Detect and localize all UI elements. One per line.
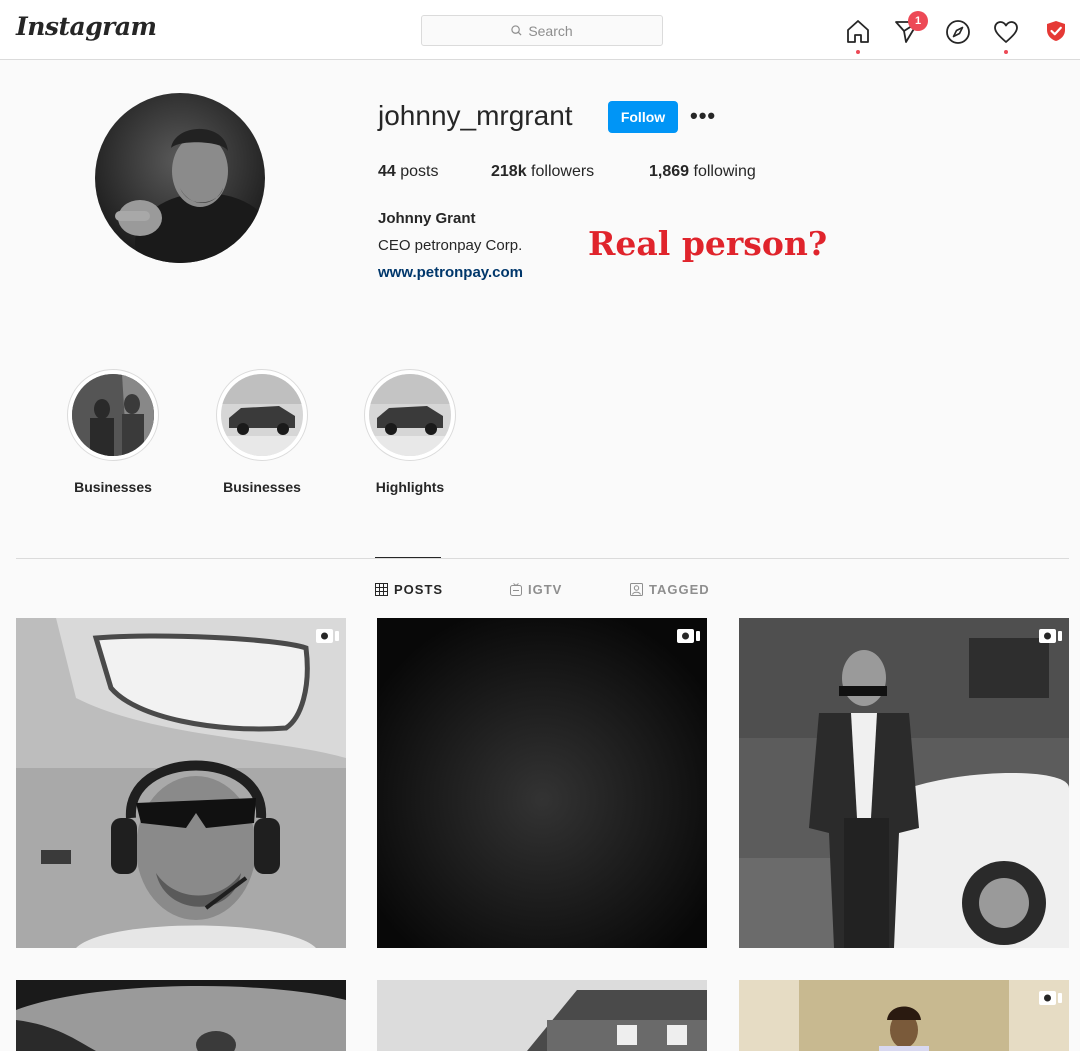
annotation-text: Real person? bbox=[588, 224, 828, 263]
video-icon bbox=[316, 629, 339, 643]
video-icon bbox=[1039, 629, 1062, 643]
notification-badge: 1 bbox=[908, 11, 928, 31]
profile-avatar[interactable] bbox=[95, 93, 265, 263]
highlight-ring bbox=[216, 369, 308, 461]
tab-tagged[interactable]: TAGGED bbox=[630, 582, 710, 597]
grid-icon bbox=[375, 583, 388, 596]
highlight-cover bbox=[221, 374, 303, 456]
post-photo bbox=[739, 618, 1069, 948]
highlight-label: Businesses bbox=[223, 479, 301, 495]
stat-followers-count: 218k bbox=[491, 163, 527, 180]
post-thumbnail[interactable] bbox=[739, 618, 1069, 948]
search-icon bbox=[511, 25, 522, 36]
video-icon bbox=[1039, 991, 1062, 1005]
stat-followers-label: followers bbox=[531, 163, 595, 180]
tagged-icon bbox=[630, 583, 643, 596]
highlight-cover bbox=[369, 374, 451, 456]
stat-following-label: following bbox=[693, 163, 756, 180]
profile-username: johnny_mrgrant bbox=[378, 100, 573, 131]
profile-website-link[interactable]: www.petronpay.com bbox=[378, 264, 523, 281]
tab-posts[interactable]: POSTS bbox=[375, 582, 443, 597]
post-thumbnail[interactable] bbox=[16, 980, 346, 1051]
profile-bio: CEO petronpay Corp. bbox=[378, 237, 523, 254]
story-highlight[interactable]: Highlights bbox=[362, 369, 458, 495]
post-photo bbox=[16, 618, 346, 948]
top-navigation-bar: Instagram Search 1 bbox=[0, 0, 1080, 60]
post-thumbnail[interactable] bbox=[377, 980, 707, 1051]
highlight-ring bbox=[67, 369, 159, 461]
search-input[interactable]: Search bbox=[421, 15, 663, 46]
post-thumbnail[interactable] bbox=[377, 618, 707, 948]
home-active-dot bbox=[856, 50, 860, 54]
profile-photo bbox=[95, 93, 265, 263]
shield-extension-icon[interactable] bbox=[1044, 19, 1068, 43]
activity-dot bbox=[1004, 50, 1008, 54]
story-highlight[interactable]: Businesses bbox=[214, 369, 310, 495]
explore-icon[interactable] bbox=[944, 18, 972, 46]
activity-heart-icon[interactable] bbox=[992, 18, 1020, 46]
igtv-icon bbox=[510, 583, 522, 596]
tab-igtv[interactable]: IGTV bbox=[510, 582, 562, 597]
highlight-cover bbox=[72, 374, 154, 456]
more-options-button[interactable]: ••• bbox=[690, 104, 716, 128]
tab-igtv-label: IGTV bbox=[528, 582, 563, 597]
post-photo bbox=[377, 618, 707, 948]
stat-posts-count: 44 bbox=[378, 163, 396, 180]
tabs-divider bbox=[16, 558, 1069, 559]
stat-posts-label: posts bbox=[400, 163, 439, 180]
follow-button[interactable]: Follow bbox=[608, 101, 678, 133]
post-thumbnail[interactable] bbox=[16, 618, 346, 948]
stat-followers[interactable]: 218k followers bbox=[491, 163, 594, 181]
stat-posts: 44 posts bbox=[378, 163, 439, 181]
highlight-label: Businesses bbox=[74, 479, 152, 495]
instagram-logo[interactable]: Instagram bbox=[16, 12, 157, 41]
tab-posts-label: POSTS bbox=[394, 582, 444, 597]
post-photo bbox=[739, 980, 1069, 1051]
video-icon bbox=[677, 629, 700, 643]
story-highlight[interactable]: Businesses bbox=[65, 369, 161, 495]
highlight-label: Highlights bbox=[375, 479, 445, 495]
home-icon[interactable] bbox=[844, 17, 872, 45]
post-thumbnail[interactable] bbox=[739, 980, 1069, 1051]
active-tab-indicator bbox=[375, 557, 441, 558]
stat-following-count: 1,869 bbox=[649, 163, 690, 180]
profile-full-name: Johnny Grant bbox=[378, 210, 476, 227]
stat-following[interactable]: 1,869 following bbox=[649, 163, 756, 181]
tab-tagged-label: TAGGED bbox=[649, 582, 710, 597]
search-placeholder: Search bbox=[528, 22, 573, 39]
post-photo bbox=[16, 980, 346, 1051]
highlight-ring bbox=[364, 369, 456, 461]
post-photo bbox=[377, 980, 707, 1051]
